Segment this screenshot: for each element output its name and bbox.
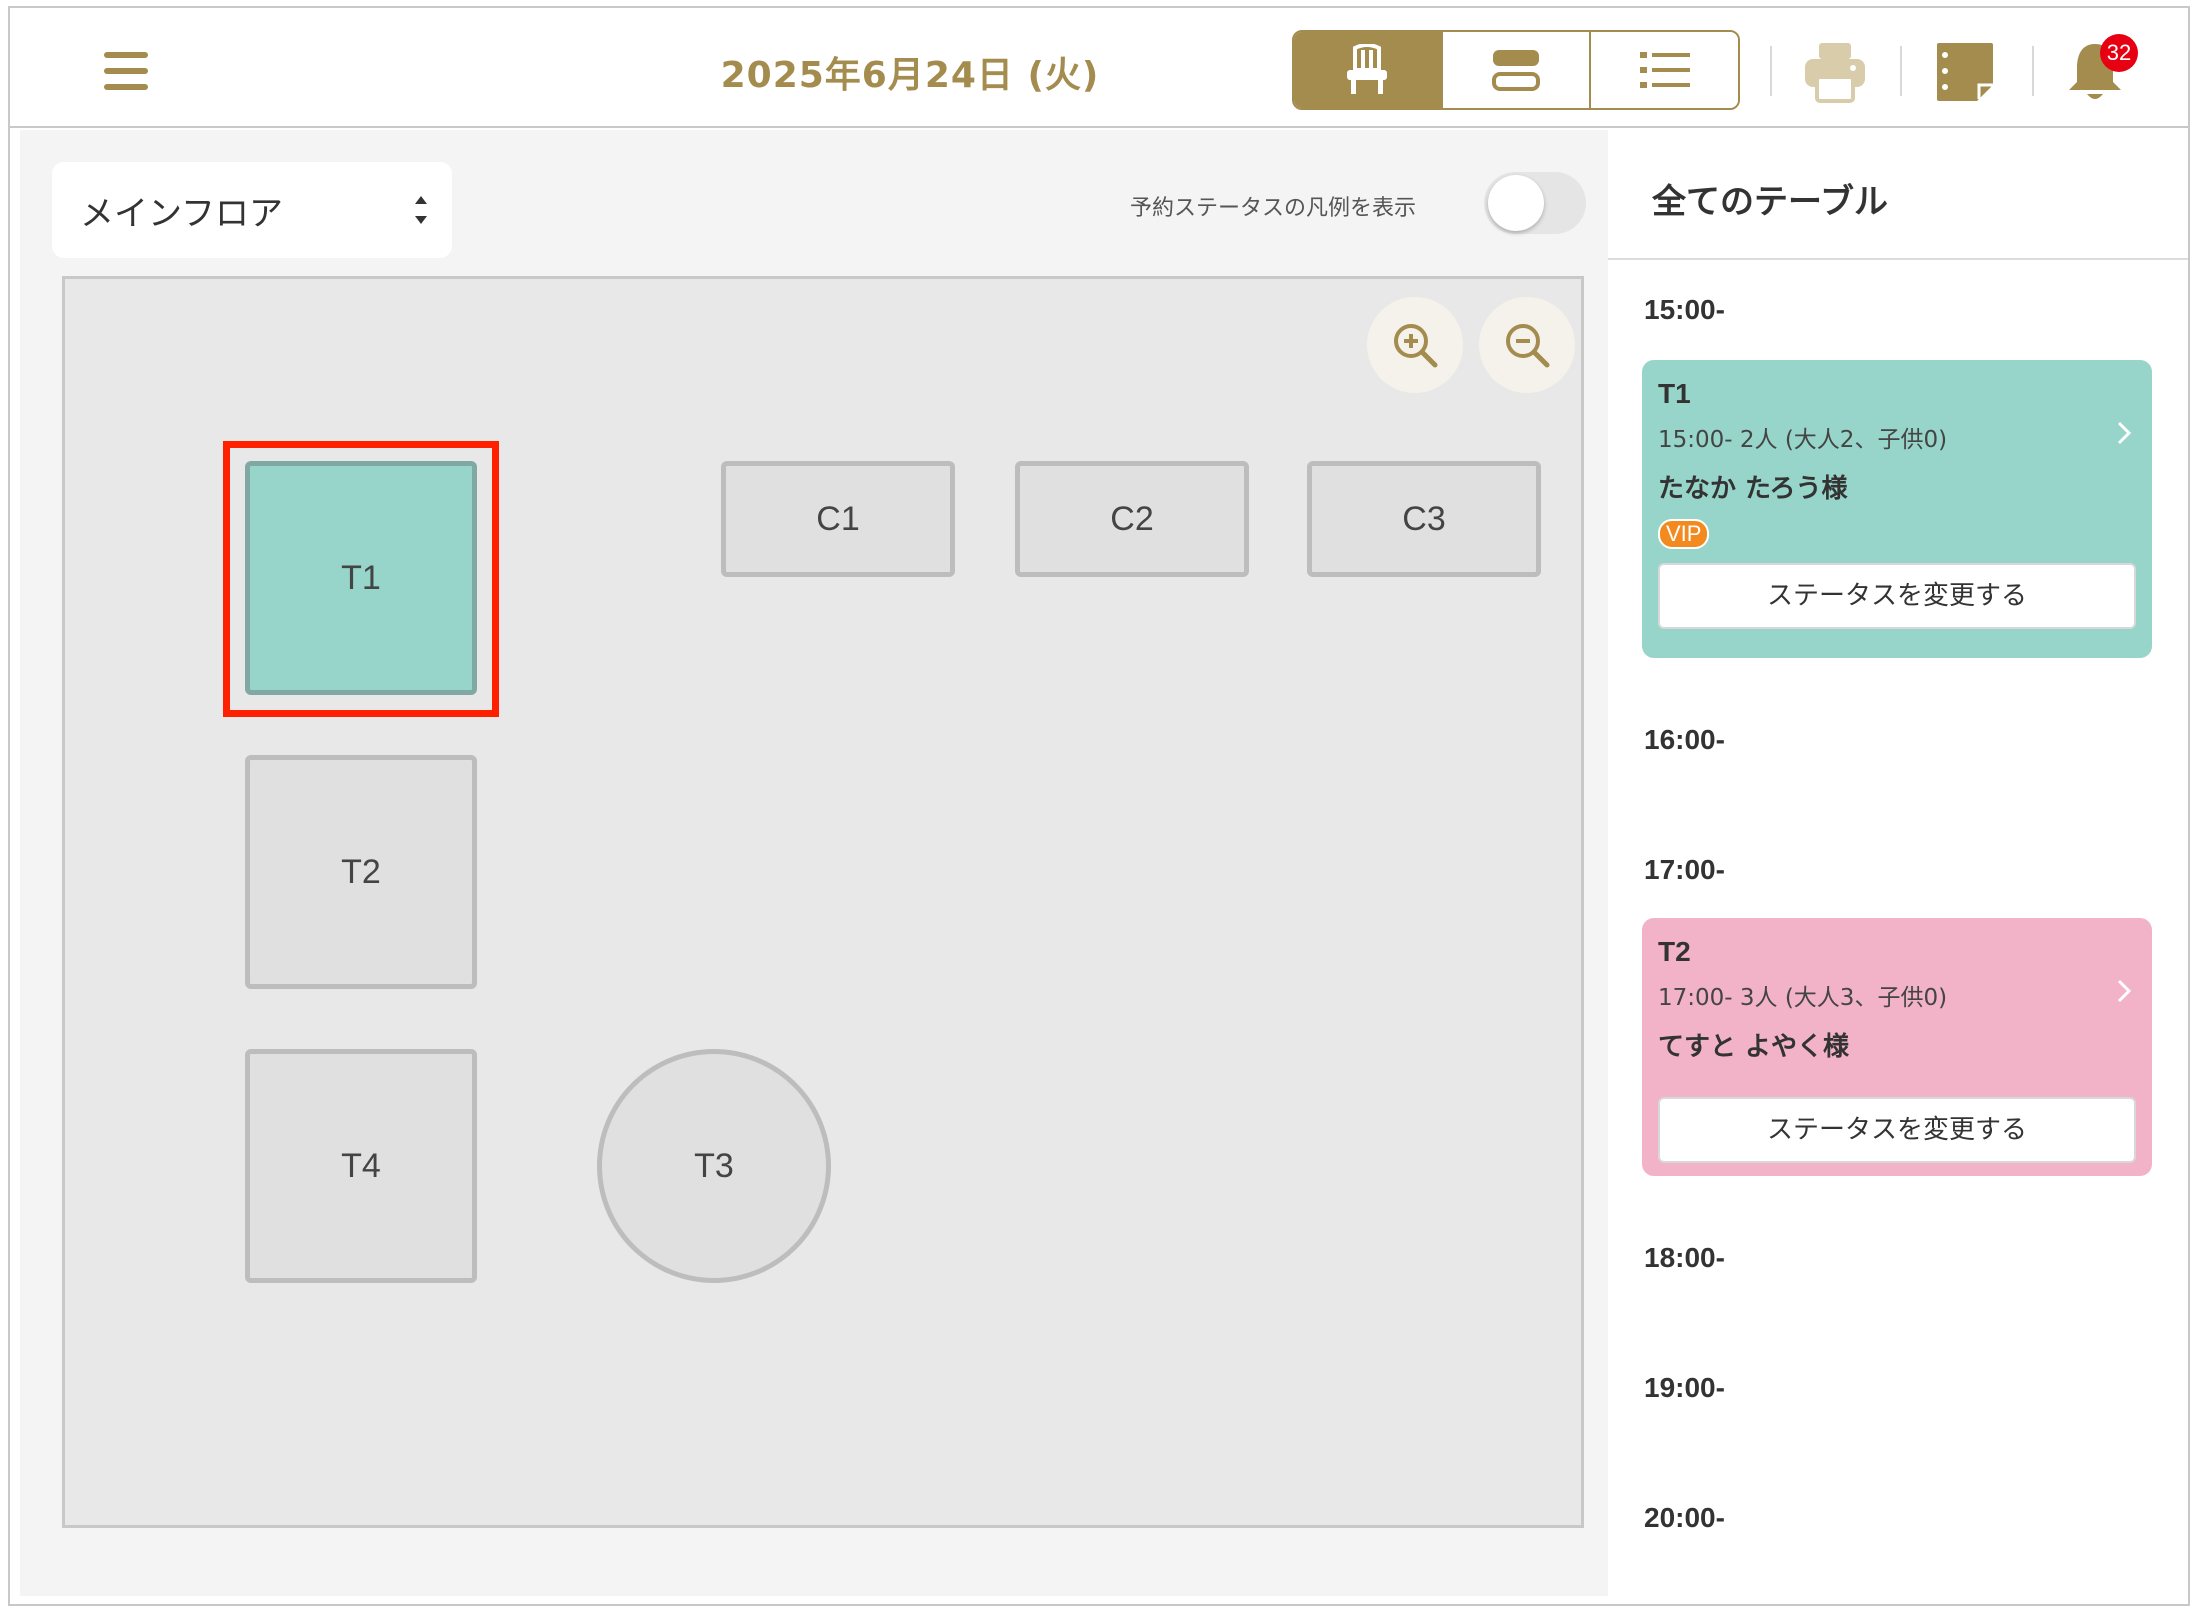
chevron-right-icon [2117, 421, 2132, 445]
table-t1[interactable]: T1 [245, 461, 477, 695]
notifications-button[interactable]: 32 [2060, 34, 2138, 104]
legend-toggle[interactable] [1484, 172, 1586, 234]
reservation-info: 17:00- 3人 (大人3、子供0) [1658, 985, 1948, 1011]
time-slot-label: 16:00- [1644, 724, 1725, 755]
sort-arrows-icon [415, 196, 427, 224]
app-window: 2025年6月24日 (火) 32 メインフロア 予約ステータスの凡例を表示 T… [8, 6, 2190, 1606]
time-slot-label: 18:00- [1644, 1242, 1725, 1273]
legend-toggle-label: 予約ステータスの凡例を表示 [1130, 196, 1417, 221]
zoom-in-icon [1394, 324, 1438, 368]
header-divider [1770, 46, 1772, 96]
chevron-right-icon [2117, 979, 2132, 1003]
menu-icon[interactable] [104, 52, 148, 90]
memo-notebook-icon [1937, 43, 1993, 101]
list-view-button[interactable] [1591, 32, 1738, 108]
table-c1[interactable]: C1 [721, 461, 955, 577]
time-slot-label: 17:00- [1644, 854, 1725, 885]
reservation-table: T1 [1658, 378, 1691, 409]
zoom-in-button[interactable] [1367, 297, 1463, 393]
time-slot-label: 15:00- [1644, 294, 1725, 325]
printer-icon [1805, 43, 1865, 103]
print-button[interactable] [1800, 40, 1870, 104]
time-slot-label: 20:00- [1644, 1502, 1725, 1533]
timeline-view-button[interactable] [1442, 32, 1592, 108]
floor-select[interactable]: メインフロア [52, 162, 452, 258]
list-icon [1639, 52, 1690, 88]
timeline-rows-icon [1492, 50, 1540, 91]
view-mode-switch [1292, 30, 1740, 110]
change-status-button[interactable]: ステータスを変更する [1658, 563, 2136, 629]
reservation-guest: たなか たろう様 [1658, 474, 1848, 504]
reservation-guest: てすと よやく様 [1658, 1032, 1850, 1062]
table-t3[interactable]: T3 [597, 1049, 831, 1283]
table-t2[interactable]: T2 [245, 755, 477, 989]
table-c2[interactable]: C2 [1015, 461, 1249, 577]
floor-canvas[interactable]: T1 C1 C2 C3 T2 T4 T3 [62, 276, 1584, 1528]
notification-count-badge: 32 [2100, 34, 2138, 72]
table-t4[interactable]: T4 [245, 1049, 477, 1283]
header-divider [1900, 46, 1902, 96]
reservation-table: T2 [1658, 936, 1691, 967]
reservation-card-t2[interactable]: T2 17:00- 3人 (大人3、子供0) てすと よやく様 ステータスを変更… [1642, 918, 2152, 1176]
current-date[interactable]: 2025年6月24日 (火) [630, 46, 1190, 98]
time-slot-label: 19:00- [1644, 1372, 1725, 1403]
panel-title: 全てのテーブル [1652, 182, 1888, 222]
reservation-info: 15:00- 2人 (大人2、子供0) [1658, 427, 1948, 453]
floor-area: メインフロア 予約ステータスの凡例を表示 T1 C1 C2 C3 T2 T4 T… [20, 130, 1608, 1596]
change-status-button[interactable]: ステータスを変更する [1658, 1097, 2136, 1163]
toggle-knob [1488, 175, 1544, 231]
zoom-out-button[interactable] [1479, 297, 1575, 393]
memo-button[interactable] [1930, 40, 2000, 104]
top-header: 2025年6月24日 (火) 32 [10, 8, 2188, 128]
panel-divider [1608, 258, 2188, 260]
vip-badge: VIP [1658, 519, 1710, 549]
chair-icon [1347, 44, 1388, 94]
floor-view-button[interactable] [1294, 32, 1443, 108]
header-divider [2032, 46, 2034, 96]
table-c3[interactable]: C3 [1307, 461, 1541, 577]
floor-select-value: メインフロア [80, 193, 283, 234]
reservation-card-t1[interactable]: T1 15:00- 2人 (大人2、子供0) たなか たろう様 VIP ステータ… [1642, 360, 2152, 658]
reservation-panel: 全てのテーブル 15:00- T1 15:00- 2人 (大人2、子供0) たな… [1608, 130, 2188, 1604]
zoom-out-icon [1506, 324, 1550, 368]
